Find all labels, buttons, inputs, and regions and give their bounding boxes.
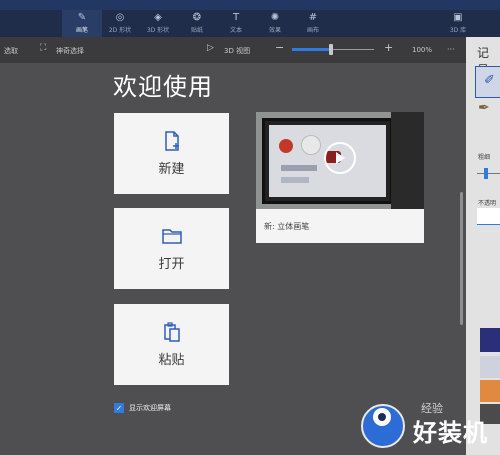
opacity-input[interactable] (477, 208, 500, 225)
stickers-icon: ❂ (192, 12, 202, 23)
checkmark-icon: ✓ (115, 403, 123, 413)
vertical-scrollbar[interactable] (460, 192, 463, 325)
calligraphy-pen-icon[interactable]: ✒ (478, 100, 490, 116)
canvas-icon: # (308, 12, 318, 23)
view-3d-button[interactable]: 3D 视图 (224, 46, 250, 56)
marker-brush-option[interactable]: ✐ (475, 66, 500, 98)
artwork-shape (279, 139, 293, 153)
view-3d-icon: ▷ (207, 43, 214, 53)
tab-canvas[interactable]: # 画布 (293, 10, 333, 37)
watermark-text: 好装机 (413, 419, 488, 447)
tab-2d-shapes[interactable]: ◎ 2D 形状 (100, 10, 140, 37)
paste-icon (163, 322, 180, 342)
zoom-slider-fill (292, 48, 331, 51)
play-button[interactable] (324, 142, 356, 174)
text-icon: T (232, 12, 240, 23)
play-icon (336, 152, 345, 164)
zoom-level: 100% (412, 46, 433, 54)
title-bar (0, 0, 500, 10)
color-swatch[interactable] (480, 328, 500, 352)
new-label: 新建 (158, 162, 185, 177)
tab-3d-shapes[interactable]: ◈ 3D 形状 (138, 10, 178, 37)
folder-icon (161, 229, 182, 244)
thickness-label: 粗细 (478, 154, 491, 161)
video-thumbnail (256, 112, 424, 209)
open-label: 打开 (158, 257, 185, 272)
effects-icon: ✺ (270, 12, 280, 23)
welcome-title: 欢迎使用 (113, 73, 213, 101)
paste-label: 粘贴 (158, 353, 185, 368)
tab-brushes[interactable]: ✎ 画笔 (62, 10, 102, 37)
zoom-out-button[interactable]: − (275, 41, 284, 54)
opacity-label: 不透明 (478, 200, 497, 207)
video-caption: 新: 立体画笔 (264, 222, 310, 231)
watermark: 经验 好装机 (361, 398, 500, 455)
artwork-shape (281, 177, 309, 183)
show-welcome-label: 显示欢迎屏幕 (129, 404, 171, 412)
new-button[interactable]: 新建 (114, 113, 229, 194)
person-image (391, 112, 424, 209)
tab-3d-library[interactable]: ▣ 3D 库 (438, 10, 478, 37)
magic-select-button[interactable]: 神奇选择 (56, 46, 84, 56)
tab-stickers[interactable]: ❂ 贴纸 (177, 10, 217, 37)
color-swatch[interactable] (480, 356, 500, 378)
new-file-icon (164, 131, 179, 151)
show-welcome-row[interactable]: ✓ 显示欢迎屏幕 (114, 403, 171, 413)
2d-shapes-icon: ◎ (115, 12, 125, 23)
thickness-slider-thumb[interactable] (484, 168, 488, 179)
show-welcome-checkbox[interactable]: ✓ (114, 403, 124, 413)
select-button[interactable]: 选取 (4, 46, 18, 56)
brush-icon: ✎ (77, 12, 87, 23)
artwork-shape (281, 165, 317, 171)
tab-text[interactable]: T 文本 (216, 10, 256, 37)
video-card[interactable]: 新: 立体画笔 (256, 112, 424, 243)
open-button[interactable]: 打开 (114, 208, 229, 289)
more-button[interactable]: ··· (447, 45, 455, 54)
3d-library-icon: ▣ (453, 12, 463, 23)
paste-button[interactable]: 粘贴 (114, 304, 229, 385)
zoom-slider-thumb[interactable] (328, 44, 333, 55)
tab-effects[interactable]: ✺ 效果 (255, 10, 295, 37)
magic-select-icon: ⛶ (40, 43, 47, 53)
marker-icon: ✐ (484, 73, 495, 88)
artwork-shape (301, 135, 321, 155)
thickness-slider[interactable] (477, 173, 500, 174)
zoom-in-button[interactable]: + (384, 41, 393, 54)
3d-shapes-icon: ◈ (154, 12, 162, 23)
